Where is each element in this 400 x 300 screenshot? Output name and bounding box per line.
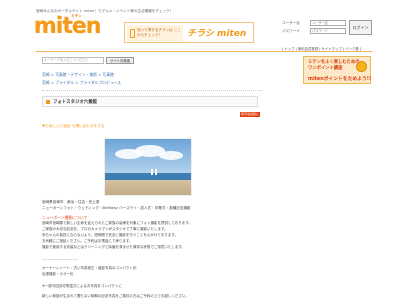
chirashi-banner[interactable]: 知って得するチラシは ここからチェック！ チラシ miten [124,22,254,43]
username-input[interactable] [310,20,346,26]
ad-line2: ワンポイント講座 [308,66,343,71]
breadcrumb-1[interactable]: 宮崎 > 写真館・デザイン・美術 > 写真館 [42,72,114,78]
logo-subtext: ミテン [71,14,82,18]
photo-person [155,169,157,175]
body-text: お気軽にご相談ください。ご予約はお電話にて承ります。 [42,239,133,243]
banner-left-text: 知って得するチラシは ここからチェック！ [137,28,182,37]
location-info: 宮崎県宮崎市 都浜・住吉・佐土原 [42,200,100,204]
photo-person [151,169,153,175]
divider [42,90,262,91]
username-label: ユーザー名 [282,21,300,25]
photo-beach [105,180,191,195]
login-button[interactable]: ログイン [349,20,372,35]
breadcrumb-2[interactable]: 宮崎 > ブライダル > ブライダルプロデュース [42,80,121,86]
header-divider [36,51,372,52]
title-marker-icon [46,100,50,104]
login-form: ユーザー名 パスワード ログイン [282,20,372,44]
body-text: 新しい家族が生まれて間もない時期の記念写真をご検討の方はご予約の上でお越しくださ… [42,294,189,298]
page: 宮崎みんなのポータルサイト miten！でグルメ・イベント等の生活情報をチェック… [0,0,400,300]
body-text: ご家族の大切な記念を、プロのカメラマンがスタジオで丁寧に撮影いたします。 [42,227,168,231]
body-divider: ───────────────── [42,258,78,262]
service-info: ニューボーンフォト・ウェディング・Birthday バースデイ・成人式・卒業式・… [42,206,191,210]
search-input[interactable]: キーワードを入力してください [42,57,104,64]
logo-text: miten [34,14,102,39]
add-favorite-link[interactable]: ♥お気に入り追加 [42,124,70,129]
page-title: フォトスタジオ六景館 [53,100,97,105]
body-text: 宮崎市宮崎郡で新しい生命を迎えられたご家族の皆様を対象にフォト撮影を提供しており… [42,221,192,225]
photo-cloud [159,151,183,160]
banner-right-text: チラシ miten [187,29,247,39]
site-logo[interactable]: miten ミテン [34,14,102,40]
photo-sea [105,173,191,180]
password-label: パスワード [282,29,300,33]
coin-icon [356,61,367,72]
body-text: 撮影で使用する衣装などはクリーニングと除菌を済ませた清潔な状態でご用意いたします… [42,245,186,249]
body-text: 出張撮影・カラー化 [42,272,74,276]
phone-icon [130,29,135,38]
studio-photo [104,138,192,196]
contact-link[interactable]: お問い合わせをする [72,124,104,129]
mobile-send-badge[interactable]: 携帯電話版に送る [240,112,260,121]
page-title-bar: フォトスタジオ六景館 [42,96,258,107]
points-ad-banner[interactable]: ミテンをよく楽しむための ワンポイント講座 mitenポイントをためよう!! [303,56,371,84]
body-text: ※一部今回自宅等遠方によるお写真をコンパクトに [42,284,122,288]
body-text: オーナーレシート・古い写真修正・遺影写真のコンパクト化 [42,266,137,270]
body-text: 赤ちゃんの負担にならないよう、短時間で安全に撮影を行うことを心がけております。 [42,233,178,237]
banner-left-panel: 知って得するチラシは ここからチェック！ [127,25,183,41]
ad-line1: ミテンをよく楽しむための [308,60,360,65]
search-button[interactable]: サイト内検索 [106,57,134,64]
ad-line3: mitenポイントをためよう!! [308,77,372,82]
password-input[interactable] [310,28,346,34]
